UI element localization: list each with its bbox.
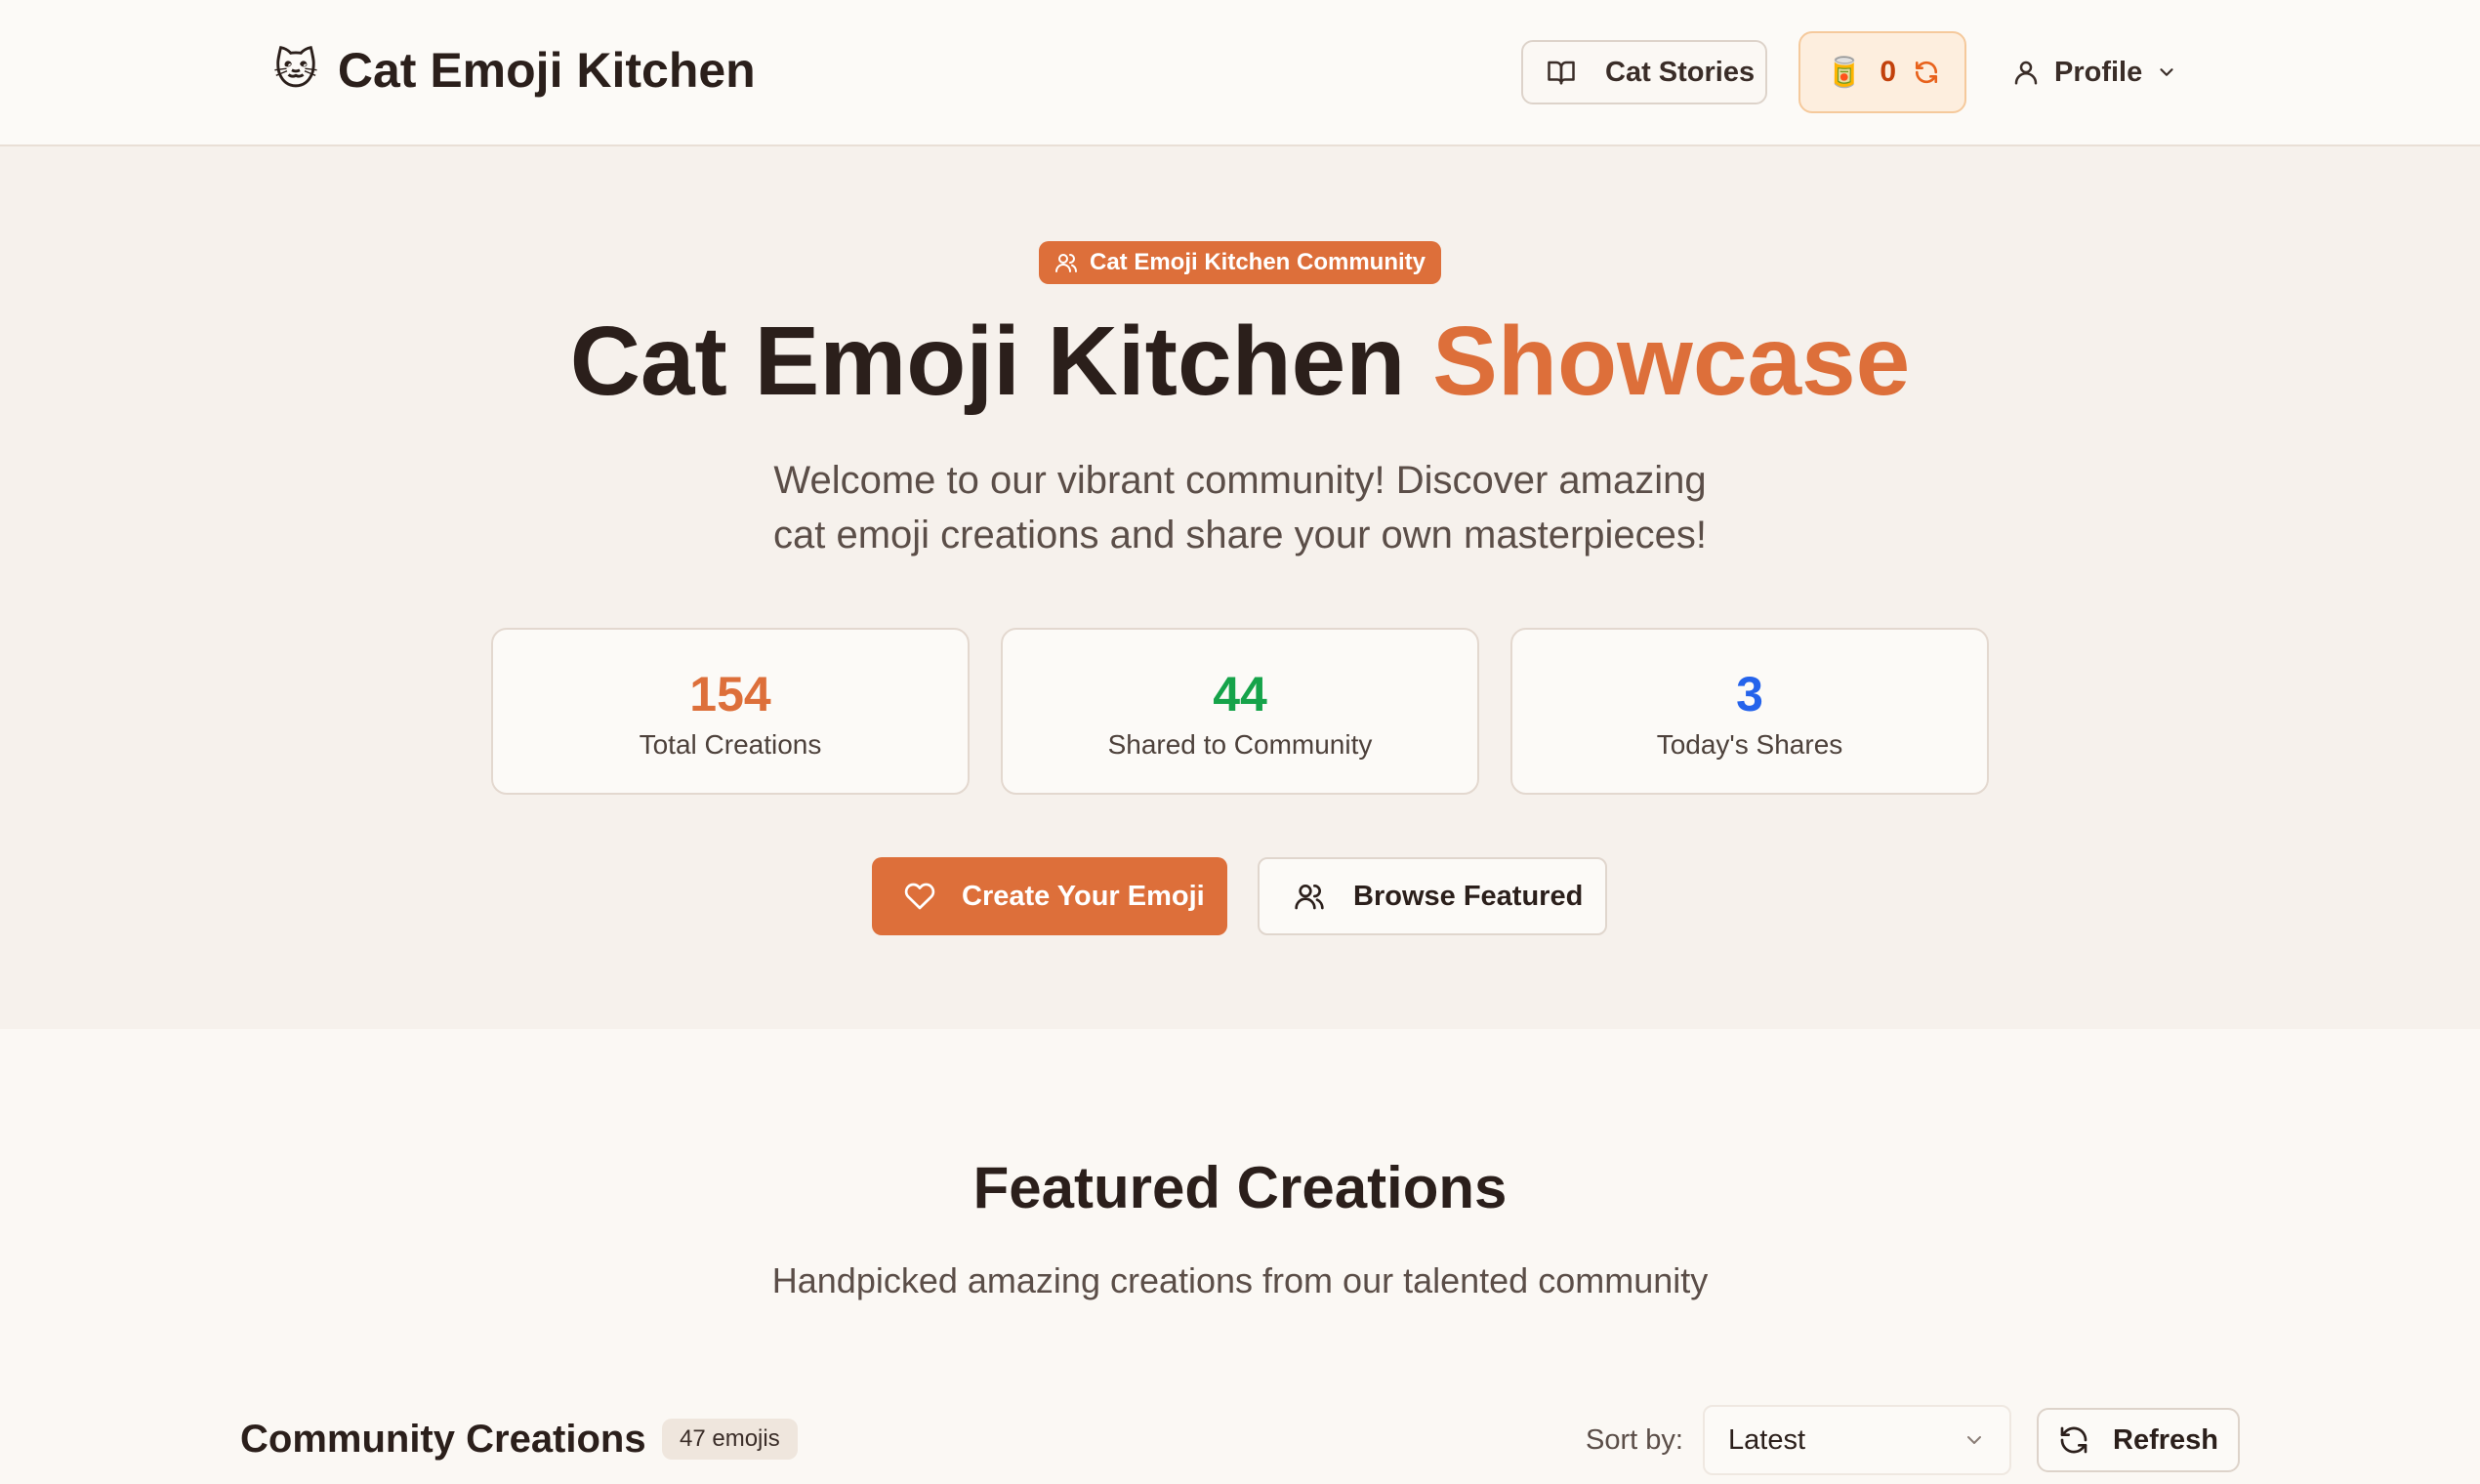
profile-label: Profile (2054, 56, 2143, 88)
cat-food-count: 0 (1880, 56, 1897, 88)
cat-stories-label: Cat Stories (1605, 56, 1756, 88)
heart-icon (903, 881, 936, 912)
community-badge: Cat Emoji Kitchen Community (1039, 241, 1441, 284)
refresh-button[interactable]: Refresh (2037, 1408, 2240, 1472)
stat-label: Today's Shares (1656, 729, 1843, 760)
cat-stories-button[interactable]: Cat Stories (1521, 40, 1767, 104)
sort-by-label: Sort by: (1586, 1424, 1683, 1456)
hero-title-main: Cat Emoji Kitchen (569, 307, 1406, 416)
stat-card-shared-to-community: 44 Shared to Community (1001, 628, 1479, 795)
app-logo[interactable]: 🐱 Cat Emoji Kitchen (273, 41, 756, 100)
stat-value: 154 (689, 667, 771, 721)
refresh-icon (2058, 1424, 2089, 1456)
community-badge-label: Cat Emoji Kitchen Community (1089, 249, 1426, 275)
create-emoji-button[interactable]: Create Your Emoji (872, 857, 1227, 935)
featured-subtitle: Handpicked amazing creations from our ta… (771, 1260, 1709, 1300)
create-emoji-label: Create Your Emoji (962, 880, 1205, 912)
hero-subtitle-line1: Welcome to our vibrant community! Discov… (773, 459, 1707, 502)
sort-selected-value: Latest (1728, 1423, 1805, 1456)
sort-select[interactable]: Latest (1703, 1405, 2011, 1475)
stat-value: 44 (1213, 667, 1267, 721)
stat-label: Total Creations (639, 729, 822, 760)
stat-value: 3 (1736, 667, 1763, 721)
users-icon (1054, 251, 1078, 274)
emoji-count-badge: 47 emojis (662, 1419, 798, 1460)
hero-title-accent: Showcase (1432, 307, 1911, 416)
cat-face-icon: 🐱 (273, 46, 318, 94)
stat-card-todays-shares: 3 Today's Shares (1510, 628, 1989, 795)
chevron-down-icon (1963, 1428, 1986, 1452)
book-open-icon (1545, 58, 1578, 87)
browse-featured-button[interactable]: Browse Featured (1258, 857, 1607, 935)
stat-card-total-creations: 154 Total Creations (491, 628, 970, 795)
users-icon (1293, 881, 1326, 912)
cat-food-balance-button[interactable]: 🥫 0 (1798, 31, 1966, 113)
refresh-label: Refresh (2113, 1423, 2218, 1456)
profile-menu-button[interactable]: Profile (2011, 43, 2177, 102)
top-nav: 🐱 Cat Emoji Kitchen Cat Stories 🥫 0 Prof… (0, 0, 2480, 146)
community-creations-title: Community Creations (240, 1418, 646, 1461)
app-title: Cat Emoji Kitchen (337, 43, 756, 98)
browse-featured-label: Browse Featured (1353, 880, 1584, 912)
chevron-down-icon (2156, 62, 2177, 83)
stat-label: Shared to Community (1107, 729, 1373, 760)
food-can-icon: 🥫 (1826, 56, 1863, 89)
featured-title: Featured Creations (972, 1155, 1508, 1220)
hero-subtitle-line2: cat emoji creations and share your own m… (772, 514, 1707, 556)
user-icon (2011, 58, 2041, 87)
hero-title: Cat Emoji Kitchen Showcase (0, 303, 2480, 420)
refresh-icon[interactable] (1914, 60, 1939, 85)
hero-subtitle: Welcome to our vibrant community! Discov… (703, 453, 1777, 562)
